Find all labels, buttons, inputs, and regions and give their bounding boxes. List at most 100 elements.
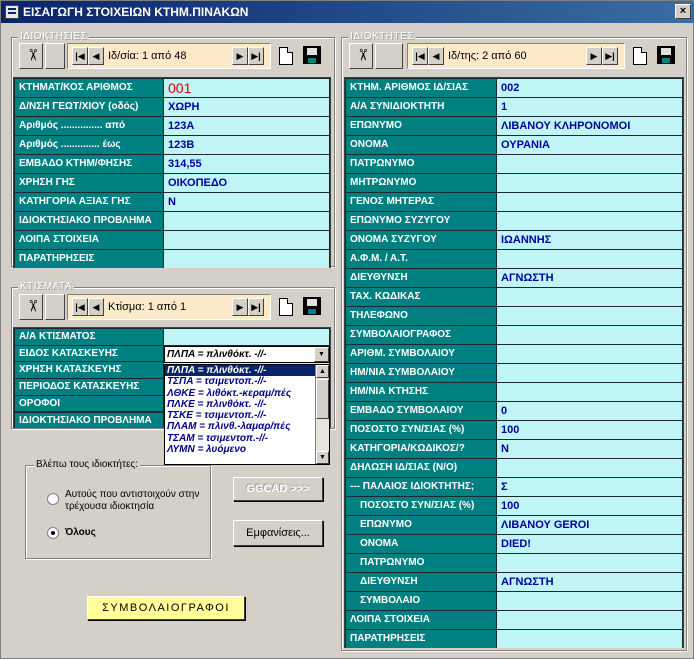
save-icon[interactable] bbox=[303, 46, 321, 64]
save-icon[interactable] bbox=[657, 46, 675, 64]
dropdown-option[interactable]: ΠΛΠΑ = πλινθόκτ. -//- bbox=[165, 365, 315, 377]
radio-all-owners[interactable] bbox=[47, 527, 59, 539]
owner-label: Α.Φ.Μ. / Α.Τ. bbox=[346, 250, 496, 268]
save-icon[interactable] bbox=[303, 297, 321, 315]
chevron-down-icon[interactable]: ▼ bbox=[314, 347, 329, 362]
owner-value-field[interactable]: ΟΥΡΑΝΙΑ bbox=[497, 136, 682, 154]
owner-value-field[interactable] bbox=[497, 250, 682, 268]
properties-record-navigator: |◀ ◀ Ιδ/σία: 1 από 48 ▶ ▶| bbox=[67, 43, 271, 69]
owner-row: ΕΠΩΝΥΜΟ ΣΥΖΥΓΟΥ bbox=[345, 211, 683, 230]
prev-record-icon[interactable]: ◀ bbox=[88, 298, 104, 316]
property-value-field[interactable]: 123B bbox=[164, 136, 329, 154]
property-value-field[interactable] bbox=[164, 212, 329, 230]
last-record-icon[interactable]: ▶| bbox=[248, 47, 264, 65]
prev-record-icon[interactable]: ◀ bbox=[428, 47, 444, 65]
radio-current-property-owners[interactable] bbox=[47, 493, 59, 505]
owner-value-field[interactable]: N bbox=[497, 440, 682, 458]
property-value-field[interactable] bbox=[164, 231, 329, 249]
construction-type-select[interactable]: ΠΛΠΑ = πλινθόκτ. -//- ▼ bbox=[164, 346, 330, 363]
blank-tool-button[interactable] bbox=[45, 294, 65, 320]
last-record-icon[interactable]: ▶| bbox=[602, 47, 618, 65]
scroll-down-icon[interactable]: ▼ bbox=[316, 451, 329, 464]
owner-value-field[interactable] bbox=[497, 155, 682, 173]
dropdown-scrollbar[interactable]: ▲ ▼ bbox=[315, 365, 329, 464]
owner-label: ΚΑΤΗΓΟΡΙΑ/ΚΩΔΙΚΟΣ/? bbox=[346, 440, 496, 458]
ggcad-button[interactable]: GGCAD >>> bbox=[233, 477, 323, 501]
owner-value-field[interactable] bbox=[497, 345, 682, 363]
owner-value-field[interactable]: DIED! bbox=[497, 535, 682, 553]
owner-label: ΗΜ/ΝΙΑ ΚΤΗΣΗΣ bbox=[346, 383, 496, 401]
owner-value-field[interactable]: 002 bbox=[497, 79, 682, 97]
owner-value-field[interactable] bbox=[497, 307, 682, 325]
owner-value-field[interactable] bbox=[497, 364, 682, 382]
owner-value-field[interactable] bbox=[497, 326, 682, 344]
owner-value-field[interactable] bbox=[497, 459, 682, 477]
owners-navigator: |◀ ◀ Ιδ/της: 2 από 60 ▶ ▶| bbox=[349, 43, 681, 69]
scissors-icon[interactable] bbox=[19, 294, 43, 320]
property-value-field[interactable]: N bbox=[164, 193, 329, 211]
blank-tool-button[interactable] bbox=[375, 43, 403, 69]
scissors-icon[interactable] bbox=[19, 43, 43, 69]
owner-value-field[interactable] bbox=[497, 592, 682, 610]
new-record-icon[interactable] bbox=[279, 47, 293, 65]
owner-value-field[interactable]: ΑΓΝΩΣΤΗ bbox=[497, 573, 682, 591]
owner-value-field[interactable]: ΑΓΝΩΣΤΗ bbox=[497, 269, 682, 287]
owner-value-field[interactable]: 0 bbox=[497, 402, 682, 420]
scrollbar-thumb[interactable] bbox=[316, 379, 329, 419]
property-value-field[interactable]: ΟΙΚΟΠΕΔΟ bbox=[164, 174, 329, 192]
owner-value-field[interactable] bbox=[497, 554, 682, 572]
prev-record-icon[interactable]: ◀ bbox=[88, 47, 104, 65]
owner-value-field[interactable] bbox=[497, 288, 682, 306]
dropdown-option[interactable]: ΤΣΠΑ = τσιμεντοπ.-//- bbox=[165, 376, 315, 387]
first-record-icon[interactable]: |◀ bbox=[72, 298, 88, 316]
owner-label: ΣΥΜΒΟΛΑΙΟ bbox=[346, 592, 496, 610]
owner-label: ΠΟΣΟΣΤΟ ΣΥΝ/ΣΙΑΣ (%) bbox=[346, 421, 496, 439]
scissors-icon[interactable] bbox=[349, 43, 373, 69]
last-record-icon[interactable]: ▶| bbox=[248, 298, 264, 316]
scroll-up-icon[interactable]: ▲ bbox=[316, 365, 329, 378]
property-value-field[interactable]: ΧΩΡΗ bbox=[164, 98, 329, 116]
owner-value-field[interactable]: ΛΙΒΑΝΟΥ ΚΛΗΡΟΝΟΜΟΙ bbox=[497, 117, 682, 135]
property-row: Δ/ΝΣΗ ΓΕΩΤ/ΧΙΟΥ (οδός) ΧΩΡΗ bbox=[14, 97, 330, 116]
new-record-icon[interactable] bbox=[279, 298, 293, 316]
owner-value-field[interactable] bbox=[497, 174, 682, 192]
building-value-field[interactable] bbox=[164, 329, 329, 345]
notaries-button[interactable]: ΣΥΜΒΟΛΑΙΟΓΡΑΦΟΙ bbox=[87, 596, 245, 620]
first-record-icon[interactable]: |◀ bbox=[72, 47, 88, 65]
dropdown-option[interactable]: ΛΘΚΕ = λιθόκτ.-κεραμ/πές bbox=[165, 388, 315, 399]
next-record-icon[interactable]: ▶ bbox=[232, 298, 248, 316]
dropdown-option[interactable]: ΤΣΑΜ = τσιμεντοπ.-//- bbox=[165, 433, 315, 444]
close-button[interactable]: × bbox=[675, 4, 691, 19]
property-row: ΠΑΡΑΤΗΡΗΣΕΙΣ bbox=[14, 249, 330, 268]
next-record-icon[interactable]: ▶ bbox=[232, 47, 248, 65]
owner-value-field[interactable] bbox=[497, 611, 682, 629]
owner-value-field[interactable]: Σ bbox=[497, 478, 682, 496]
property-value-field[interactable]: 123A bbox=[164, 117, 329, 135]
next-record-icon[interactable]: ▶ bbox=[586, 47, 602, 65]
dropdown-option[interactable]: ΠΛΑΜ = πλινθ.-λαμαρ/πές bbox=[165, 421, 315, 432]
owner-label: Α/Α ΣΥΝΙΔΙΟΚΤΗΤΗ bbox=[346, 98, 496, 116]
dropdown-option[interactable]: ΛΥΜΝ = λυόμενο bbox=[165, 444, 315, 455]
main-window: ΕΙΣΑΓΩΓΗ ΣΤΟΙΧΕΙΩΝ ΚΤΗΜ.ΠΙΝΑΚΩΝ × ΙΔΙΟΚΤ… bbox=[0, 0, 694, 659]
property-value-field[interactable]: 314,55 bbox=[164, 155, 329, 173]
owner-label: ΜΗΤΡΩΝΥΜΟ bbox=[346, 174, 496, 192]
dropdown-option[interactable]: ΤΣΚΕ = τσιμεντοπ.-//- bbox=[165, 410, 315, 421]
owner-value-field[interactable] bbox=[497, 193, 682, 211]
owner-value-field[interactable]: 100 bbox=[497, 497, 682, 515]
property-label: ΛΟΙΠΑ ΣΤΟΙΧΕΙΑ bbox=[15, 231, 163, 249]
owner-value-field[interactable] bbox=[497, 212, 682, 230]
blank-tool-button[interactable] bbox=[45, 43, 65, 69]
owner-value-field[interactable] bbox=[497, 630, 682, 648]
owner-value-field[interactable]: ΛΙΒΑΝΟΥ GEROI bbox=[497, 516, 682, 534]
dropdown-option[interactable]: ΠΛΚΕ = πλινθόκτ. -//- bbox=[165, 399, 315, 410]
building-label: Α/Α ΚΤΙΣΜΑΤΟΣ bbox=[15, 329, 163, 345]
owner-value-field[interactable]: ΙΩΑΝΝΗΣ bbox=[497, 231, 682, 249]
owner-value-field[interactable]: 1 bbox=[497, 98, 682, 116]
owner-value-field[interactable]: 100 bbox=[497, 421, 682, 439]
new-record-icon[interactable] bbox=[633, 47, 647, 65]
owner-value-field[interactable] bbox=[497, 383, 682, 401]
display-button[interactable]: Εμφανίσεις... bbox=[233, 520, 323, 546]
first-record-icon[interactable]: |◀ bbox=[412, 47, 428, 65]
property-value-field[interactable]: 001 bbox=[164, 79, 329, 97]
property-value-field[interactable] bbox=[164, 250, 329, 268]
